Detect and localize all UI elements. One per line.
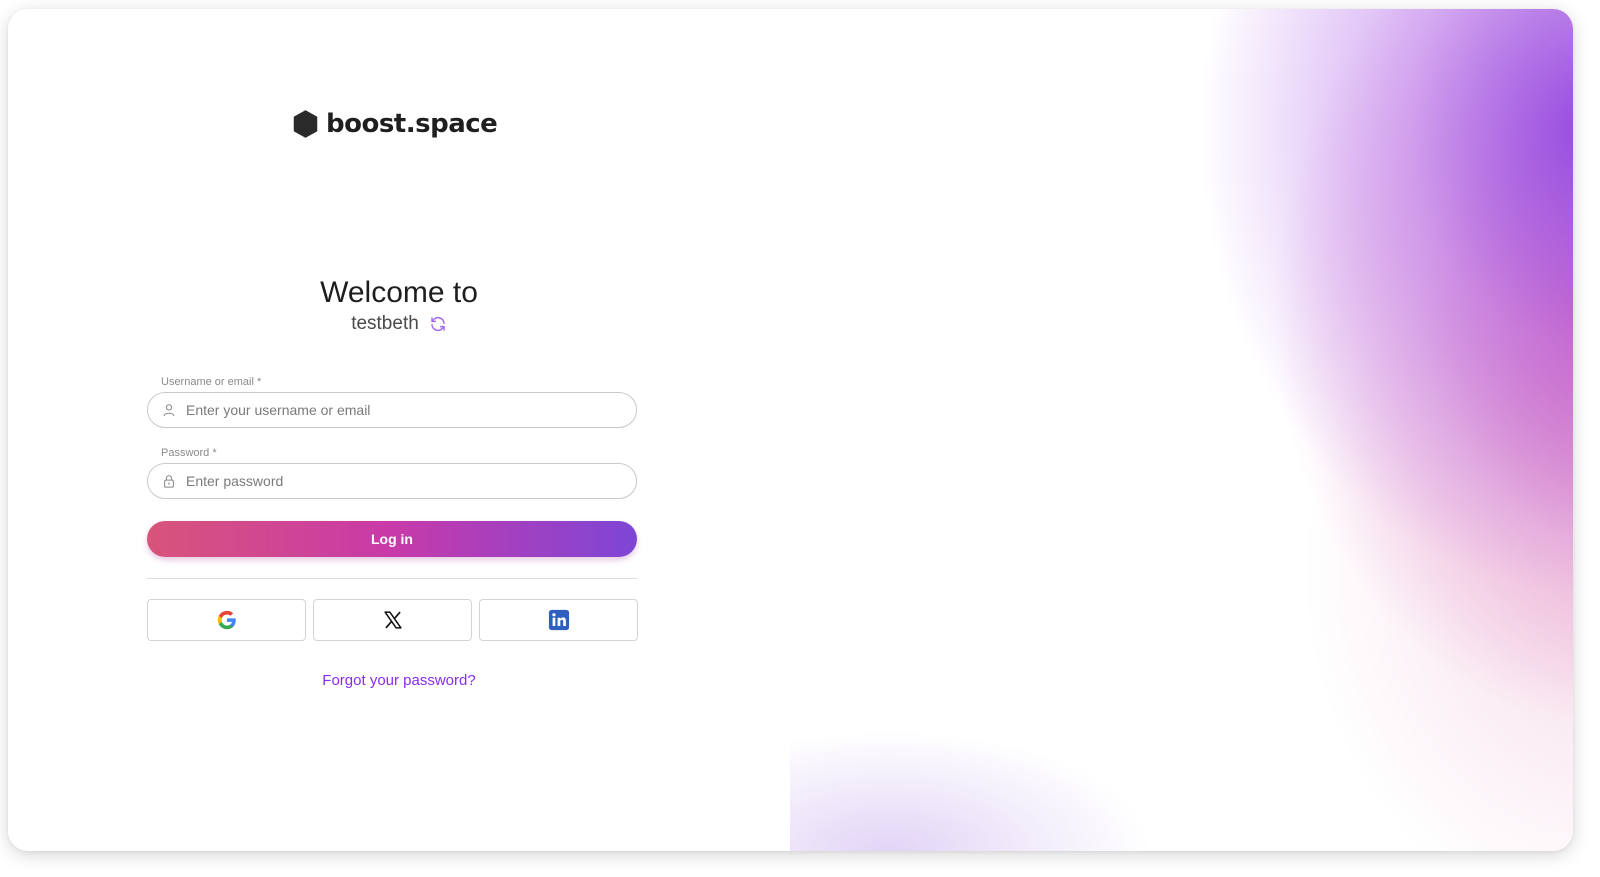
google-login-button[interactable] — [147, 599, 306, 641]
login-panel: boost.space Welcome to testbeth Username… — [8, 9, 790, 851]
password-input[interactable] — [186, 473, 626, 489]
forgot-password-link[interactable]: Forgot your password? — [8, 672, 790, 689]
brand-logo: boost.space — [293, 109, 498, 139]
hexagon-logo-icon — [293, 110, 318, 138]
linkedin-icon — [548, 609, 569, 631]
login-window: boost.space Welcome to testbeth Username… — [8, 9, 1573, 851]
refresh-icon[interactable] — [429, 315, 447, 333]
x-icon — [383, 611, 402, 629]
login-button[interactable]: Log in — [147, 521, 637, 557]
linkedin-login-button[interactable] — [479, 599, 638, 641]
password-label: Password * — [161, 447, 217, 459]
password-field[interactable] — [147, 463, 637, 499]
welcome-heading: Welcome to — [320, 276, 478, 309]
google-icon — [217, 610, 236, 630]
username-field[interactable] — [147, 392, 637, 428]
workspace-name: testbeth — [351, 313, 419, 334]
brand-name: boost.space — [326, 109, 498, 139]
x-login-button[interactable] — [313, 599, 472, 641]
divider — [147, 578, 637, 579]
user-icon — [163, 404, 175, 417]
lock-icon — [164, 475, 174, 488]
workspace-row: testbeth — [8, 313, 790, 335]
username-input[interactable] — [186, 402, 626, 418]
username-label: Username or email * — [161, 376, 262, 388]
gradient-panel — [790, 9, 1573, 851]
